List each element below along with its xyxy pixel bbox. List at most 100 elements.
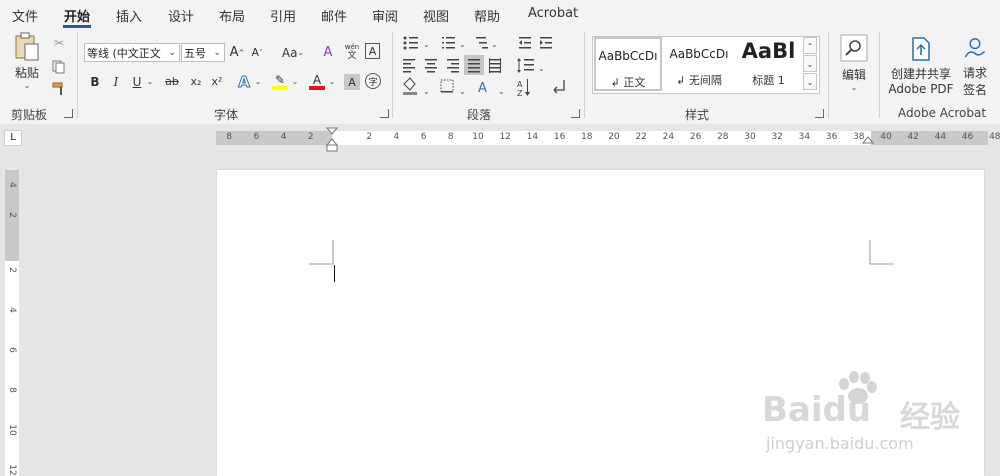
- editing-button[interactable]: 编辑 ⌄: [837, 34, 871, 94]
- tab-file[interactable]: 文件: [12, 6, 38, 25]
- tab-mailings[interactable]: 邮件: [321, 6, 347, 25]
- horizontal-ruler[interactable]: 8 6 4 2 2 4 6 8 10 12 14 16 18 20 22 24 26 28 30 32 34 36 38 40…: [216, 127, 1000, 152]
- paragraph-launcher-icon[interactable]: [571, 109, 580, 118]
- underline-button[interactable]: U: [128, 72, 146, 91]
- ruler-tick-label: 4: [393, 132, 400, 142]
- multilevel-list-icon: [476, 37, 488, 49]
- tab-design[interactable]: 设计: [168, 6, 194, 25]
- ruler-tick-label: 10: [7, 424, 17, 436]
- ruler-tick-label: 22: [635, 132, 647, 142]
- ruler-tick-label: 4: [7, 307, 17, 313]
- styles-scroll-down-icon[interactable]: ⌄: [803, 55, 817, 72]
- strikethrough-button[interactable]: ab: [162, 72, 182, 91]
- create-share-pdf-button[interactable]: 创建并共享 Adobe PDF: [886, 36, 956, 98]
- ruler-tick-label: 34: [798, 132, 811, 142]
- style-heading-1[interactable]: AaBl 标题 1: [736, 37, 801, 91]
- styles-gallery: AaBbCcDı ↲ 正文 AaBbCcDı ↲ 无间隔 AaBl 标题 1: [592, 36, 820, 94]
- tab-review[interactable]: 审阅: [372, 6, 398, 25]
- tab-layout[interactable]: 布局: [219, 6, 245, 25]
- subscript-button[interactable]: x₂: [187, 72, 205, 91]
- baidu-watermark: Baidu 经验 jingyan.baidu.com: [760, 370, 1000, 476]
- sort-icon: AZ: [517, 79, 530, 98]
- clipboard-group-label: 剪贴板: [11, 108, 48, 122]
- enclose-characters-icon[interactable]: 字: [365, 73, 381, 89]
- chevron-down-icon: ⌄: [850, 83, 858, 92]
- font-size-select[interactable]: 五号 ⌄: [181, 43, 225, 62]
- styles-launcher-icon[interactable]: [815, 109, 824, 118]
- shading-icon: [403, 77, 417, 95]
- style-no-spacing[interactable]: AaBbCcDı ↲ 无间隔: [665, 37, 733, 91]
- paste-button[interactable]: 粘贴 ⌄: [10, 32, 44, 94]
- numbering-icon: [442, 37, 455, 49]
- clear-formatting-icon[interactable]: A: [319, 43, 337, 62]
- separator: [879, 32, 880, 118]
- distributed-icon: [489, 58, 501, 73]
- crop-mark-top-left: [309, 240, 334, 265]
- font-launcher-icon[interactable]: [380, 109, 389, 118]
- styles-more-icon[interactable]: ⌄: [803, 73, 817, 90]
- align-left-icon: [403, 59, 415, 73]
- highlight-dropdown-icon[interactable]: ⌄: [290, 72, 300, 91]
- ruler-tick-label: 8: [7, 387, 17, 393]
- ruler-tick-label: 8: [447, 132, 454, 142]
- style-normal[interactable]: AaBbCcDı ↲ 正文: [594, 37, 662, 91]
- tab-insert[interactable]: 插入: [116, 6, 142, 25]
- phonetic-guide-icon[interactable]: wén 文: [343, 41, 361, 63]
- ruler-tick-label: 26: [689, 132, 702, 142]
- copy-icon[interactable]: [50, 58, 68, 76]
- ruler-tick-label: 12: [7, 464, 17, 476]
- ruler-tick-label: 12: [499, 132, 511, 142]
- svg-text:⌄: ⌄: [459, 87, 466, 96]
- superscript-button[interactable]: x²: [208, 72, 226, 91]
- clipboard-launcher-icon[interactable]: [64, 109, 73, 118]
- ruler-tick-label: 8: [226, 132, 233, 142]
- first-line-indent-marker[interactable]: [326, 127, 338, 153]
- font-color-dropdown-icon[interactable]: ⌄: [327, 72, 337, 91]
- font-color-icon[interactable]: A: [307, 72, 327, 91]
- shrink-font-icon[interactable]: Aˇ: [248, 43, 266, 62]
- bold-button[interactable]: B: [86, 72, 104, 91]
- align-right-icon: [447, 59, 459, 73]
- svg-text:⌄: ⌄: [538, 64, 545, 73]
- highlight-icon[interactable]: ✎: [270, 72, 290, 91]
- ruler-tick-label: 32: [771, 132, 783, 142]
- character-shading-icon[interactable]: A: [344, 74, 360, 90]
- ribbon: 粘贴 ⌄ ✂ 剪贴板 等线 (中文正文 ⌄ 五号 ⌄ A ^ Aˇ Aa ⌄ A wén…: [0, 28, 1000, 125]
- tab-home[interactable]: 开始: [64, 6, 90, 25]
- change-case-button[interactable]: Aa ⌄: [278, 43, 308, 62]
- ruler-tick-label: 48: [989, 132, 1000, 142]
- tab-view[interactable]: 视图: [423, 6, 449, 25]
- character-border-icon[interactable]: A: [365, 43, 380, 59]
- paragraph-group-label: 段落: [467, 108, 492, 122]
- cut-icon[interactable]: ✂: [50, 34, 68, 52]
- ruler-tick-label: 6: [420, 132, 427, 142]
- bullets-icon: [403, 36, 418, 50]
- font-name-select[interactable]: 等线 (中文正文 ⌄: [84, 43, 180, 62]
- borders-icon: [440, 79, 454, 93]
- align-center-icon: [425, 59, 437, 73]
- ruler-tick-label: 40: [880, 132, 892, 142]
- separator: [392, 32, 393, 118]
- tab-acrobat[interactable]: Acrobat: [528, 6, 578, 21]
- italic-button[interactable]: I: [107, 72, 125, 91]
- signature-icon: [964, 38, 986, 58]
- tab-help[interactable]: 帮助: [474, 6, 500, 25]
- request-signature-button[interactable]: 请求 签名: [955, 36, 995, 98]
- grow-font-icon[interactable]: A ^: [228, 43, 246, 62]
- ruler-tick-label: 16: [553, 132, 566, 142]
- underline-dropdown-icon[interactable]: ⌄: [145, 72, 155, 91]
- styles-scroll-up-icon[interactable]: ⌃: [803, 37, 817, 54]
- vertical-ruler[interactable]: 4 2 2 4 6 8 10 12: [5, 170, 19, 476]
- format-painter-icon[interactable]: [50, 80, 68, 98]
- svg-text:⌄: ⌄: [423, 40, 430, 49]
- text-effects-dropdown-icon[interactable]: ⌄: [253, 72, 263, 91]
- text-effects-icon[interactable]: A: [235, 72, 253, 91]
- right-indent-marker[interactable]: [862, 135, 874, 147]
- ruler-tick-label: 2: [366, 132, 373, 142]
- ruler-tick-label: 24: [662, 132, 675, 142]
- chevron-down-icon: ⌄: [168, 48, 176, 58]
- tab-references[interactable]: 引用: [270, 6, 296, 25]
- chevron-down-icon: ⌄: [213, 48, 221, 58]
- tab-selector-button[interactable]: L: [4, 130, 22, 146]
- styles-group-label: 样式: [685, 108, 710, 122]
